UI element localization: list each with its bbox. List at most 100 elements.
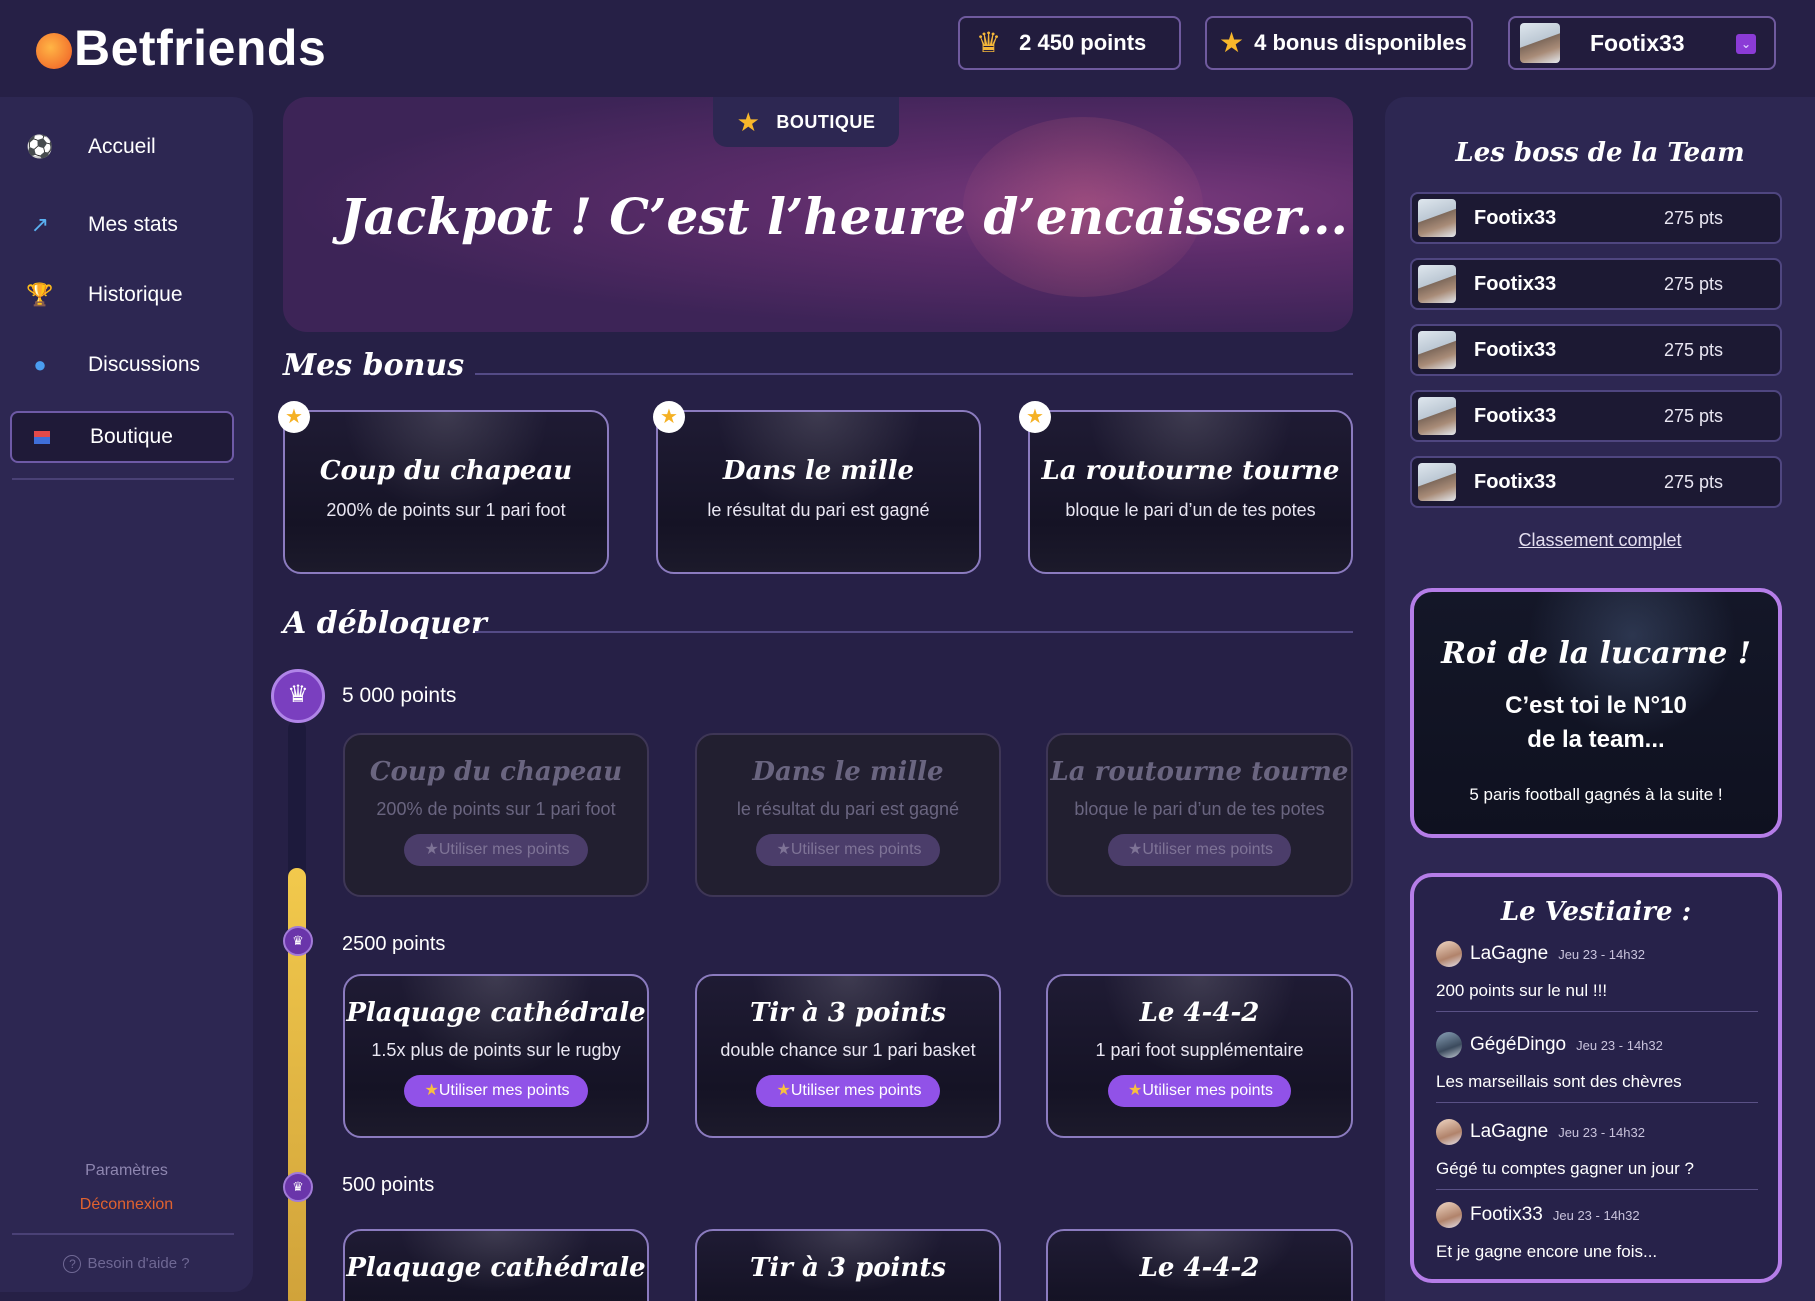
trophy-icon: 🏆 xyxy=(26,282,54,307)
achievement-line-2: de la team... xyxy=(1527,726,1665,753)
card-title: Le 4-4-2 xyxy=(1139,1253,1260,1283)
avatar xyxy=(1418,199,1456,237)
card-desc: double chance sur 1 pari basket xyxy=(720,1040,976,1060)
card-title: Le 4-4-2 xyxy=(1139,998,1260,1028)
sidebar-item-accueil[interactable]: ⚽ Accueil xyxy=(10,121,234,173)
player-name: Footix33 xyxy=(1474,338,1557,361)
card-title: Dans le mille xyxy=(752,757,944,787)
username: Footix33 xyxy=(1590,29,1685,56)
leaderboard-row[interactable]: Footix33 275 pts xyxy=(1410,324,1782,376)
message-text: 200 points sur le nul !!! xyxy=(1436,981,1608,1000)
full-ranking-link[interactable]: Classement complet xyxy=(1385,530,1815,551)
leaderboard-row[interactable]: Footix33 275 pts xyxy=(1410,258,1782,310)
help-icon: ? xyxy=(63,1255,82,1273)
unlockable-bonus-card[interactable]: Le 4-4-2 1 pari foot supplémentaire ★Uti… xyxy=(1046,974,1353,1138)
points-label: 2 450 points xyxy=(1019,30,1147,55)
section-divider xyxy=(475,631,1353,633)
card-title: Plaquage cathédrale xyxy=(346,1253,646,1283)
locked-bonus-card: Dans le mille le résultat du pari est ga… xyxy=(695,733,1001,897)
card-desc: 200% de points sur 1 pari foot xyxy=(376,799,616,819)
card-desc: bloque le pari d’un de tes potes xyxy=(1074,799,1325,819)
star-icon: ★ xyxy=(424,841,439,858)
logout-link[interactable]: Déconnexion xyxy=(0,1196,253,1214)
help-label: Besoin d'aide ? xyxy=(87,1255,190,1272)
unlockable-bonus-card[interactable]: Plaquage cathédrale 1.5x plus de points … xyxy=(343,974,649,1138)
chat-message: LaGagne Jeu 23 - 14h32 Gégé tu comptes g… xyxy=(1436,1119,1758,1190)
chat-icon: ● xyxy=(33,352,47,377)
shop-icon xyxy=(28,423,56,451)
chat-title: Le Vestiaire : xyxy=(1500,897,1692,927)
achievement-line-1: C’est toi le N°10 xyxy=(1505,692,1687,719)
card-desc: 1 pari foot supplémentaire xyxy=(1095,1040,1304,1060)
use-points-button[interactable]: ★Utiliser mes points xyxy=(404,1075,588,1107)
chat-message: Footix33 Jeu 23 - 14h32 Et je gagne enco… xyxy=(1436,1202,1758,1272)
use-points-label: Utiliser mes points xyxy=(790,1082,922,1099)
star-icon: ★ xyxy=(1219,27,1245,58)
sidebar-item-label: Accueil xyxy=(88,135,156,158)
chat-panel: Le Vestiaire : LaGagne Jeu 23 - 14h32 20… xyxy=(1410,873,1782,1283)
locked-bonus-card: La routourne tourne bloque le pari d’un … xyxy=(1046,733,1353,897)
message-author[interactable]: LaGagne xyxy=(1470,943,1548,965)
points-balance[interactable]: ♛ 2 450 points xyxy=(958,16,1181,70)
unlockable-bonus-card[interactable]: Tir à 3 points xyxy=(695,1229,1001,1301)
crown-icon: ♛ xyxy=(976,27,1002,58)
logo[interactable]: Betfriends xyxy=(36,18,326,78)
leaderboard-row[interactable]: Footix33 275 pts xyxy=(1410,456,1782,508)
star-icon: ★ xyxy=(776,1082,791,1099)
use-points-button[interactable]: ★Utiliser mes points xyxy=(1107,1075,1292,1107)
unlockable-bonus-card[interactable]: Tir à 3 points double chance sur 1 pari … xyxy=(695,974,1001,1138)
use-points-button[interactable]: ★Utiliser mes points xyxy=(404,834,588,866)
bonus-count[interactable]: ★ 4 bonus disponibles xyxy=(1205,16,1473,70)
use-points-button[interactable]: ★Utiliser mes points xyxy=(756,834,940,866)
card-desc: le résultat du pari est gagné xyxy=(707,500,930,520)
star-icon: ★ xyxy=(1019,401,1051,433)
settings-link[interactable]: Paramètres xyxy=(0,1162,253,1180)
card-title: Dans le mille xyxy=(722,456,915,486)
sidebar-item-historique[interactable]: 🏆 Historique xyxy=(10,269,234,321)
sidebar-item-label: Mes stats xyxy=(88,213,178,236)
use-points-button[interactable]: ★Utiliser mes points xyxy=(756,1075,940,1107)
tier-points: 2500 points xyxy=(342,933,446,955)
sidebar-item-mes-stats[interactable]: ↗ Mes stats xyxy=(10,199,234,251)
locked-bonus-card: Coup du chapeau 200% de points sur 1 par… xyxy=(343,733,649,897)
section-divider xyxy=(475,373,1353,375)
mes-bonus-heading: Mes bonus xyxy=(283,348,465,383)
owned-bonus-card[interactable]: La routourne tourne bloque le pari d’un … xyxy=(1028,410,1353,574)
unlockable-bonus-card[interactable]: Plaquage cathédrale xyxy=(343,1229,649,1301)
star-icon: ★ xyxy=(776,841,791,858)
chat-message: LaGagne Jeu 23 - 14h32 200 points sur le… xyxy=(1436,941,1758,1012)
help-link[interactable]: ? Besoin d'aide ? xyxy=(0,1255,253,1273)
football-logo-icon xyxy=(36,33,72,69)
owned-bonus-card[interactable]: Coup du chapeau 200% de points sur 1 par… xyxy=(283,410,609,574)
message-author[interactable]: GégéDingo xyxy=(1470,1034,1566,1056)
sidebar-divider xyxy=(12,1233,234,1235)
user-menu[interactable]: Footix33 ⌄ xyxy=(1508,16,1776,70)
chart-icon: ↗ xyxy=(30,212,50,237)
sidebar-item-discussions[interactable]: ● Discussions xyxy=(10,339,234,391)
use-points-button[interactable]: ★Utiliser mes points xyxy=(1107,834,1292,866)
unlockable-bonus-card[interactable]: Le 4-4-2 xyxy=(1046,1229,1353,1301)
avatar xyxy=(1418,397,1456,435)
app-name: Betfriends xyxy=(74,20,327,76)
message-time: Jeu 23 - 14h32 xyxy=(1558,1124,1645,1140)
player-name: Footix33 xyxy=(1474,206,1557,229)
star-icon: ★ xyxy=(1127,1082,1143,1099)
chevron-down-icon[interactable]: ⌄ xyxy=(1736,34,1756,54)
star-icon: ★ xyxy=(736,106,761,137)
star-icon: ★ xyxy=(278,401,310,433)
sidebar-item-boutique[interactable]: Boutique xyxy=(10,411,234,463)
star-icon: ★ xyxy=(424,1082,439,1099)
leaderboard-row[interactable]: Footix33 275 pts xyxy=(1410,390,1782,442)
hero-title: Jackpot ! C’est l’heure d’encaisser... xyxy=(340,187,1348,246)
avatar xyxy=(1436,1119,1462,1145)
card-desc: 1.5x plus de points sur le rugby xyxy=(371,1040,621,1060)
avatar xyxy=(1520,23,1560,63)
card-desc: 200% de points sur 1 pari foot xyxy=(326,500,566,520)
player-points: 275 pts xyxy=(1664,339,1724,360)
star-icon: ★ xyxy=(653,401,685,433)
owned-bonus-card[interactable]: Dans le mille le résultat du pari est ga… xyxy=(656,410,981,574)
message-author[interactable]: LaGagne xyxy=(1470,1121,1548,1143)
message-author[interactable]: Footix33 xyxy=(1470,1204,1543,1226)
leaderboard-row[interactable]: Footix33 275 pts xyxy=(1410,192,1782,244)
a-debloquer-heading: A débloquer xyxy=(283,606,487,641)
